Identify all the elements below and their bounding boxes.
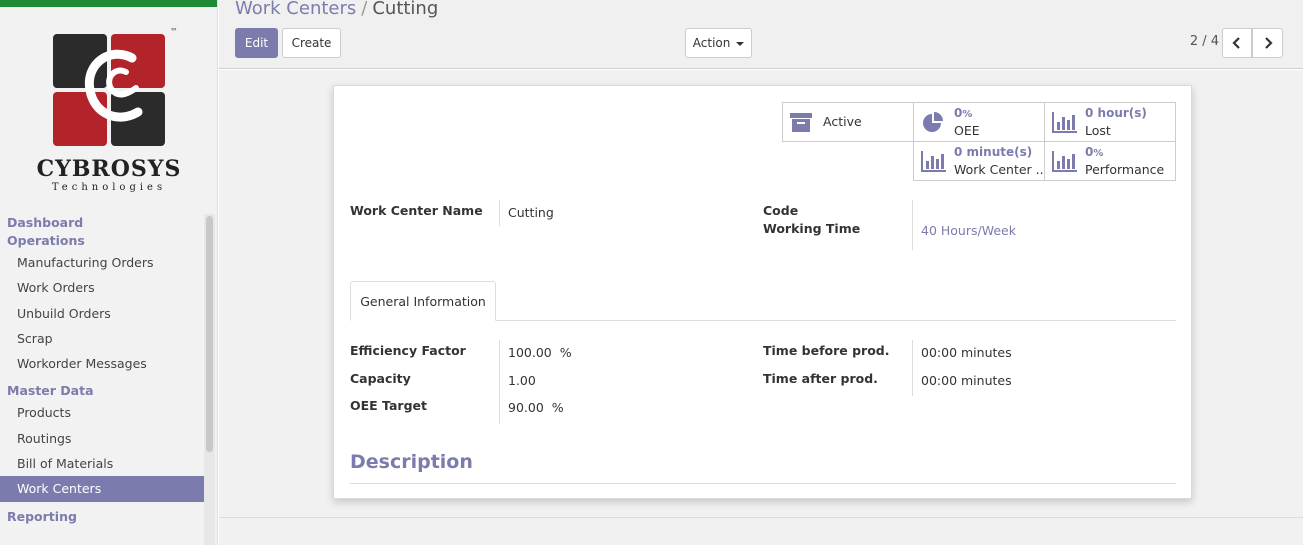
nav-section-master-data[interactable]: Master Data [0, 382, 204, 400]
work-center-name-value[interactable]: Cutting [508, 205, 554, 220]
action-dropdown[interactable]: Action [685, 28, 752, 58]
description-heading: Description [350, 451, 473, 473]
lost-label: Lost [1085, 123, 1111, 138]
company-subtitle: Technologies [51, 182, 167, 193]
sidebar-item-work-orders[interactable]: Work Orders [0, 275, 204, 300]
field-divider [912, 200, 913, 250]
nav-section-operations[interactable]: Operations [0, 232, 204, 250]
pager-next-button[interactable] [1252, 28, 1283, 58]
action-label: Action [692, 36, 731, 50]
sidebar-item-unbuild-orders[interactable]: Unbuild Orders [0, 301, 204, 326]
sidebar-item-work-centers[interactable]: Work Centers [0, 476, 204, 502]
caret-down-icon [736, 42, 745, 46]
sidebar-item-manufacturing-orders[interactable]: Manufacturing Orders [0, 250, 204, 275]
load-stat-button[interactable]: 0 minute(s) Work Center ... [913, 141, 1048, 181]
performance-label: Performance [1085, 162, 1165, 177]
pie-chart-icon [923, 112, 943, 132]
sidebar-item-bill-of-materials[interactable]: Bill of Materials [0, 451, 204, 476]
sidebar-item-routings[interactable]: Routings [0, 426, 204, 451]
form-sheet: Active 0% OEE 0 hour(s) Lost 0 minute(s) [333, 85, 1192, 499]
load-value: 0 minute(s) [954, 145, 1033, 159]
load-label: Work Center ... [954, 162, 1048, 177]
description-separator [350, 483, 1176, 484]
time-after-prod-value[interactable]: 00:00 minutes [921, 373, 1012, 388]
capacity-value[interactable]: 1.00 [508, 373, 536, 388]
sidebar-item-products[interactable]: Products [0, 400, 204, 425]
bar-chart-icon [921, 151, 946, 172]
chevron-right-icon [1264, 37, 1273, 49]
capacity-label: Capacity [350, 371, 411, 386]
oee-target-value[interactable]: 90.00 % [508, 400, 564, 415]
performance-stat-button[interactable]: 0% Performance [1044, 141, 1176, 181]
lost-value: 0 hour(s) [1085, 106, 1147, 120]
top-bar [0, 0, 217, 7]
time-before-prod-label: Time before prod. [763, 343, 890, 358]
bar-chart-icon [1052, 151, 1077, 172]
create-button[interactable]: Create [282, 28, 341, 58]
bar-chart-icon [1052, 112, 1077, 133]
svg-text:™: ™ [170, 28, 178, 36]
sidebar-item-scrap[interactable]: Scrap [0, 326, 204, 351]
sidebar-item-workorder-messages[interactable]: Workorder Messages [0, 351, 204, 376]
breadcrumb: Work Centers / Cutting [235, 0, 438, 19]
lost-stat-button[interactable]: 0 hour(s) Lost [1044, 102, 1176, 142]
efficiency-factor-value[interactable]: 100.00 % [508, 345, 572, 360]
sidebar-scroll-thumb[interactable] [206, 216, 213, 452]
breadcrumb-parent-link[interactable]: Work Centers [235, 0, 356, 19]
control-panel: Work Centers / Cutting Edit Create Action … [219, 0, 1303, 69]
nav-section-reporting[interactable]: Reporting [0, 508, 204, 526]
working-time-link[interactable]: 40 Hours/Week [921, 223, 1016, 238]
nav-section-dashboard[interactable]: Dashboard [0, 214, 204, 232]
field-divider [499, 200, 500, 226]
code-label: Code [763, 203, 799, 218]
oee-stat-button[interactable]: 0% OEE [913, 102, 1045, 142]
sidebar: ™ CYBROSYS Technologies Dashboard Operat… [0, 0, 218, 545]
pager-value: 2 / 4 [1189, 34, 1219, 49]
pager-prev-button[interactable] [1222, 28, 1252, 58]
oee-label: OEE [954, 123, 980, 138]
working-time-label: Working Time [763, 221, 861, 236]
active-label: Active [823, 114, 862, 129]
field-divider [499, 340, 500, 424]
content-footer [219, 517, 1303, 545]
active-toggle-button[interactable]: Active [782, 102, 914, 142]
breadcrumb-current: Cutting [372, 0, 439, 19]
tab-general-information[interactable]: General Information [350, 281, 496, 321]
breadcrumb-separator: / [361, 0, 368, 19]
time-after-prod-label: Time after prod. [763, 371, 878, 386]
time-before-prod-value[interactable]: 00:00 minutes [921, 345, 1012, 360]
performance-value: 0% [1085, 145, 1104, 159]
work-center-name-label: Work Center Name [350, 203, 483, 218]
chevron-left-icon [1232, 37, 1240, 49]
sidebar-nav: Dashboard Operations Manufacturing Order… [0, 214, 204, 526]
field-divider [912, 340, 913, 396]
edit-button[interactable]: Edit [235, 28, 278, 58]
oee-value: 0% [954, 106, 973, 120]
archive-icon [790, 113, 812, 132]
oee-target-label: OEE Target [350, 398, 427, 413]
efficiency-factor-label: Efficiency Factor [350, 343, 466, 358]
company-name: CYBROSYS [36, 156, 182, 182]
